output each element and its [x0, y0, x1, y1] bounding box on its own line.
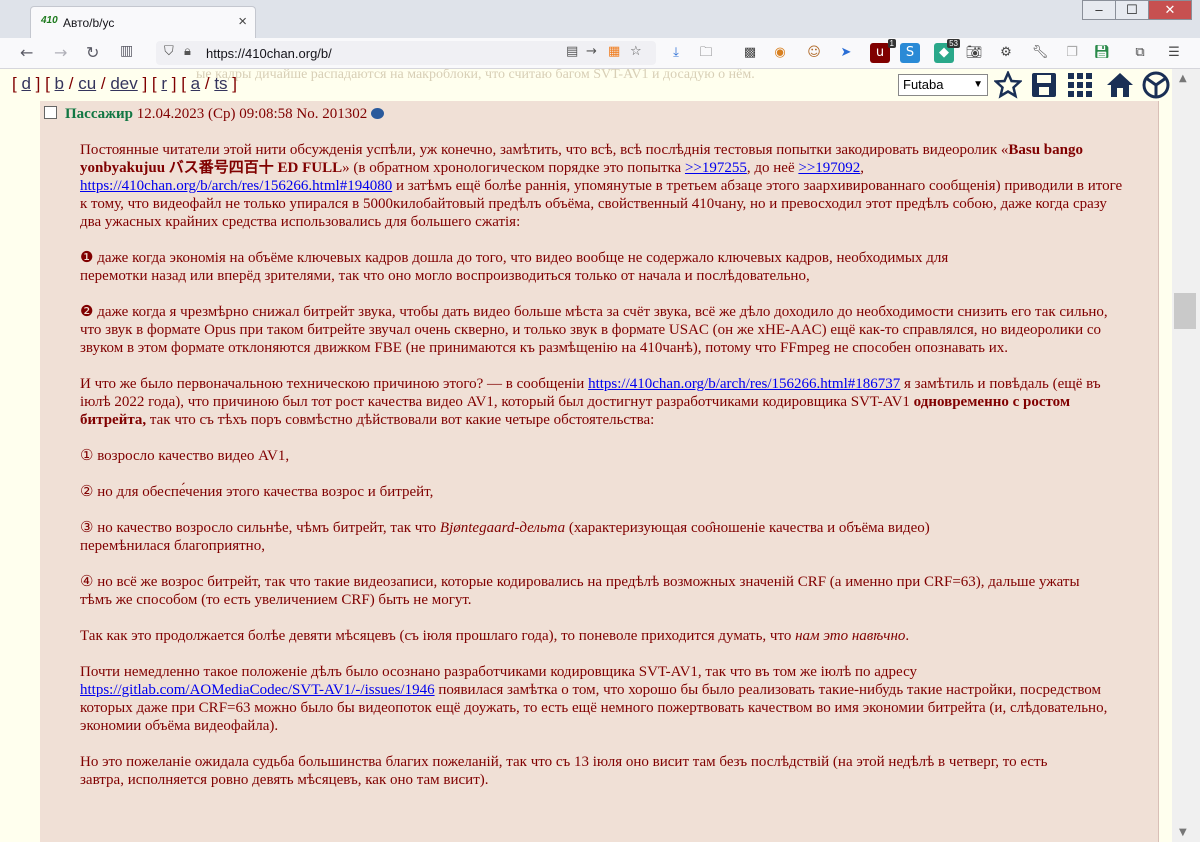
paragraph-1: Постоянные читатели этой нити обсужденія… — [80, 142, 1123, 230]
address-bar[interactable]: ⛉ 🔒︎ https://410chan.org/b/ ▤ → ▦ ☆ — [156, 41, 656, 65]
paragraph-7: Но это пожеланіе ожидала судьба большинс… — [80, 754, 1048, 788]
gear-icon[interactable]: ⚙ — [996, 43, 1016, 63]
tab-active[interactable]: 410 Авто/b/ус × — [30, 6, 256, 38]
post-link-197255[interactable]: >>197255 — [685, 160, 747, 176]
tab-close-icon[interactable]: × — [238, 13, 247, 30]
monkey-icon[interactable]: ☺ — [804, 43, 824, 63]
separator: / — [96, 74, 111, 93]
bracket: ] — [137, 74, 152, 93]
paragraph-2: ❶ даже когда экономія на объёме ключевых… — [80, 250, 949, 284]
back-icon[interactable]: ← — [20, 43, 33, 62]
board-navigation: [ d ] [ b / cu / dev ] [ r ] [ a / ts ] — [12, 74, 237, 94]
navigation-toolbar: ← → ↻ ▥ ⛉ 🔒︎ https://410chan.org/b/ ▤ → … — [0, 38, 1200, 69]
board-link-b[interactable]: b — [55, 74, 64, 93]
url-text[interactable]: https://410chan.org/b/ — [206, 46, 332, 61]
post-header: Пассажир 12.04.2023 (Ср) 09:08:58 No. 20… — [44, 106, 385, 123]
paragraph-5: Так как это продолжается болѣе девяти мѣ… — [80, 628, 910, 644]
board-link-dev[interactable]: dev — [110, 74, 137, 93]
board-link-cu[interactable]: cu — [78, 74, 96, 93]
separator: / — [64, 74, 79, 93]
paragraph-6: Почти немедленно такое положеніе дѣлъ бы… — [80, 664, 1108, 734]
forward-icon[interactable]: → — [54, 43, 67, 62]
arrow-right-icon[interactable]: → — [586, 44, 597, 59]
page-content: ые кадры дичайше распадаются на макробло… — [0, 69, 1172, 842]
wrench-icon[interactable]: 🔧︎ — [1030, 43, 1050, 63]
grid-icon[interactable] — [1066, 71, 1094, 99]
list-item-1: ① возросло качество видео AV1, — [80, 448, 290, 464]
qr-code-icon[interactable]: ▩ — [740, 43, 760, 63]
bracket: ] — [167, 74, 182, 93]
save-page-icon[interactable] — [1030, 71, 1058, 99]
paragraph-3: ❷ даже когда я чрезмѣрно снижал битрейт … — [80, 304, 1108, 356]
rss-icon[interactable]: ▦ — [608, 44, 620, 59]
reader-view-icon[interactable]: ▤ — [566, 44, 578, 59]
marker-2-icon: ❷ — [80, 304, 94, 320]
cursor-icon[interactable]: ➤ — [836, 43, 856, 63]
translate-icon[interactable]: ◉ — [770, 43, 790, 63]
board-link-ts[interactable]: ts — [214, 74, 227, 93]
list-item-3: ③ но качество возросло сильнѣе, чѣмъ бит… — [80, 520, 930, 554]
style-select[interactable]: Futaba ▼ — [898, 74, 988, 96]
home-icon[interactable] — [1106, 71, 1134, 99]
list-item-2: ② но для обеспе́чения этого качества воз… — [80, 484, 434, 500]
chevron-down-icon: ▼ — [973, 79, 983, 90]
favorites-star-icon[interactable] — [994, 71, 1022, 99]
post-checkbox[interactable] — [44, 106, 57, 119]
ublock-icon[interactable]: u1 — [870, 39, 896, 63]
camera-icon[interactable]: 📷︎ — [964, 43, 984, 63]
post-body: Постоянные читатели этой нити обсужденія… — [80, 141, 1126, 807]
sidebar-icon[interactable]: ▥ — [120, 43, 133, 59]
marker-1-icon: ❶ — [80, 250, 94, 266]
download-icon[interactable]: ⤓ — [666, 43, 686, 63]
copy-icon[interactable]: ❐ — [1062, 43, 1082, 63]
title-bar: 410 Авто/b/ус × – ☐ ✕ — [0, 0, 1200, 38]
save-icon[interactable]: 💾︎ — [1092, 43, 1112, 63]
close-button[interactable]: ✕ — [1148, 0, 1192, 20]
separator: / — [200, 74, 215, 93]
bracket: [ — [151, 74, 162, 93]
shield-icon[interactable]: ⛉ — [164, 44, 174, 59]
vertical-scrollbar[interactable]: ▲ ▼ — [1172, 69, 1200, 842]
list-item-4: ④ но всё же возрос битрейт, так что таки… — [80, 574, 1080, 608]
reply-bubble-icon[interactable] — [371, 108, 385, 119]
tab-title: Авто/b/ус — [63, 16, 115, 30]
maximize-button[interactable]: ☐ — [1115, 0, 1149, 20]
cube-icon[interactable]: ◆ 53 — [934, 39, 960, 63]
reload-icon[interactable]: ↻ — [86, 43, 99, 62]
board-link-a[interactable]: a — [191, 74, 200, 93]
folder-download-icon[interactable]: 🗀︎ — [696, 43, 716, 63]
bracket: [ — [181, 74, 191, 93]
post-number[interactable]: No. 201302 — [296, 106, 367, 122]
post-reply: Пассажир 12.04.2023 (Ср) 09:08:58 No. 20… — [40, 101, 1159, 842]
bookmark-star-icon[interactable]: ☆ — [630, 44, 642, 59]
board-link-d[interactable]: d — [21, 74, 30, 93]
radiation-icon[interactable] — [1142, 71, 1170, 99]
scroll-down-icon[interactable]: ▼ — [1179, 827, 1187, 838]
archive-link-194080[interactable]: https://410chan.org/b/arch/res/156266.ht… — [80, 178, 392, 194]
bracket: [ — [45, 74, 55, 93]
lock-icon[interactable]: 🔒︎ — [184, 44, 191, 59]
scroll-up-icon[interactable]: ▲ — [1179, 73, 1187, 84]
paragraph-4: И что же было первоначальною техническою… — [80, 376, 1101, 428]
tab-favicon: 410 — [41, 15, 58, 26]
archive-link-186737[interactable]: https://410chan.org/b/arch/res/156266.ht… — [588, 376, 900, 392]
gitlab-issue-link[interactable]: https://gitlab.com/AOMediaCodec/SVT-AV1/… — [80, 682, 435, 698]
bracket: ] — [30, 74, 46, 93]
post-date: 12.04.2023 (Ср) 09:08:58 — [136, 106, 293, 122]
extensions-icon[interactable]: ⧉ — [1130, 43, 1150, 63]
bracket: ] — [227, 74, 237, 93]
scrolled-text-behind: ые кадры дичайше распадаются на макробло… — [196, 69, 755, 82]
poster-name: Пассажир — [65, 106, 134, 122]
menu-icon[interactable]: ☰ — [1164, 43, 1184, 63]
style-select-value: Futaba — [903, 77, 944, 92]
post-link-197092[interactable]: >>197092 — [798, 160, 860, 176]
minimize-button[interactable]: – — [1082, 0, 1116, 20]
window-controls: – ☐ ✕ — [1082, 0, 1192, 22]
skype-icon[interactable]: S — [900, 43, 920, 63]
scrollbar-thumb[interactable] — [1174, 293, 1196, 329]
